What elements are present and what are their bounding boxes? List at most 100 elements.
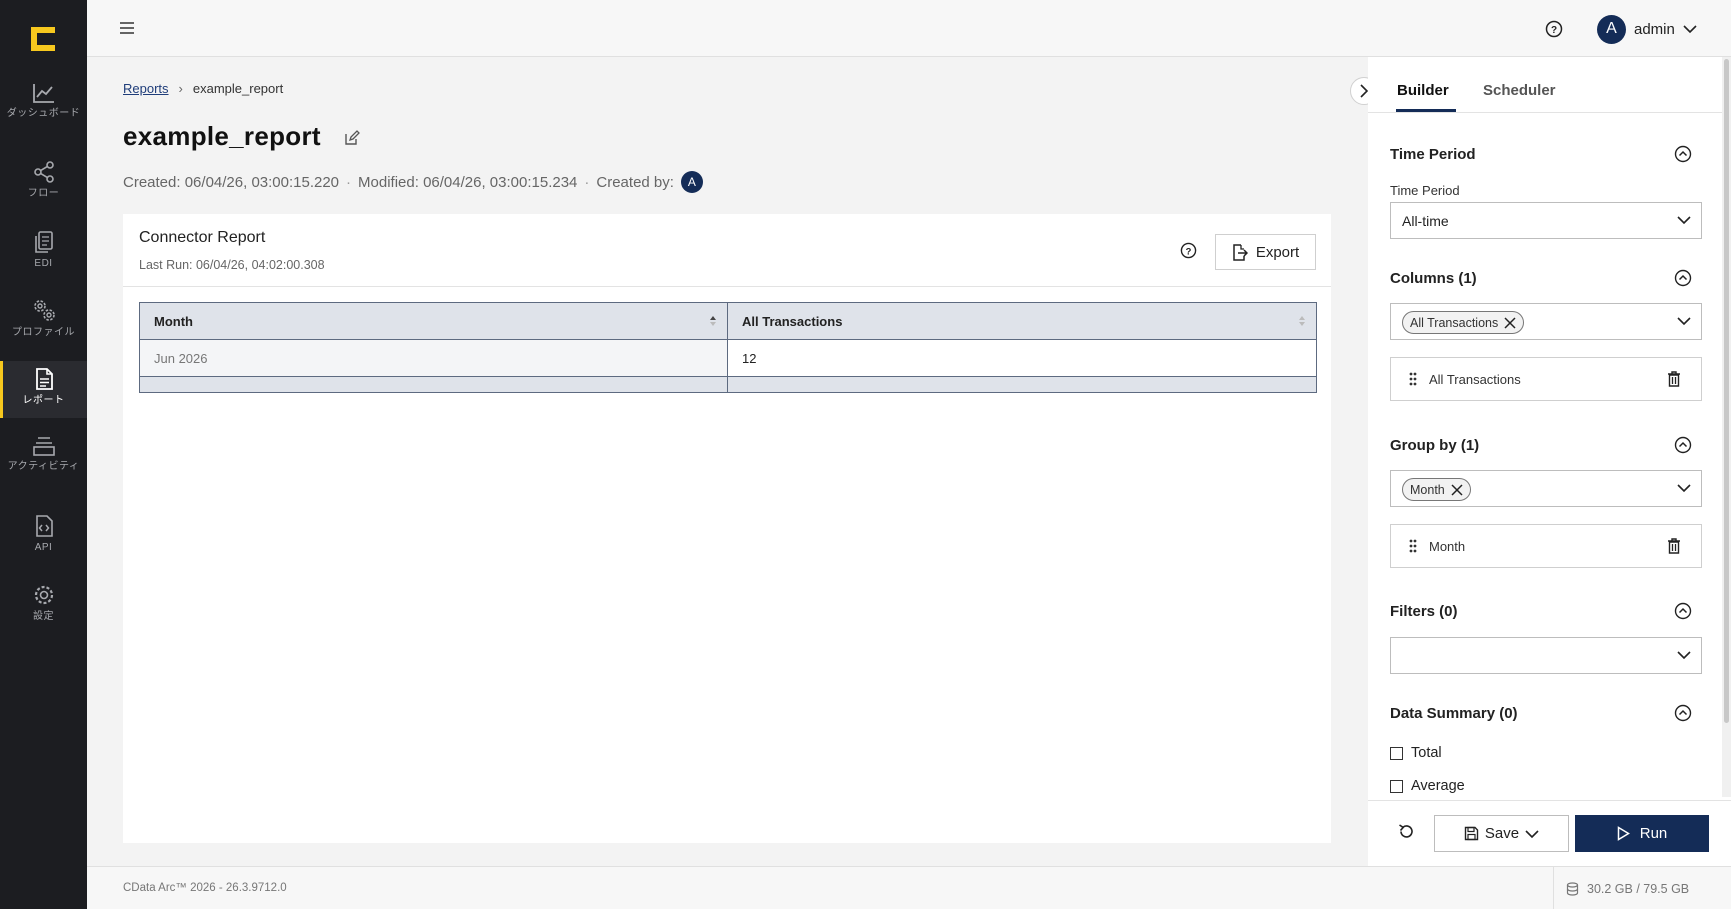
help-icon[interactable]: ? <box>1545 20 1563 38</box>
code-file-icon <box>35 515 53 537</box>
report-title: Connector Report <box>139 229 266 246</box>
share-nodes-icon <box>33 161 54 183</box>
summary-option-average[interactable]: Average <box>1390 778 1465 794</box>
breadcrumb-separator: › <box>178 81 183 96</box>
sidebar-item-label: ダッシュボード <box>6 108 81 119</box>
column-header-all-transactions[interactable]: All Transactions <box>728 303 1316 339</box>
sidebar-item-activity[interactable]: アクティビティ <box>0 435 87 497</box>
table-cell <box>728 377 1316 392</box>
drag-handle-icon[interactable] <box>1409 372 1417 386</box>
collapse-section-icon[interactable] <box>1674 145 1692 163</box>
save-button[interactable]: Save <box>1434 815 1569 852</box>
builder-panel: Builder Scheduler Time Period Time Perio… <box>1368 57 1731 866</box>
layers-icon <box>32 437 55 456</box>
panel-action-bar: Save Run <box>1368 800 1731 866</box>
summary-option-total[interactable]: Total <box>1390 745 1442 761</box>
trash-icon[interactable] <box>1667 538 1681 554</box>
sidebar-item-label: プロファイル <box>12 327 75 338</box>
chevron-down-icon <box>1677 651 1691 660</box>
filters-select[interactable] <box>1390 637 1702 674</box>
checkbox[interactable] <box>1390 779 1403 793</box>
section-title-data-summary: Data Summary (0) <box>1390 705 1518 722</box>
sort-icon[interactable] <box>709 315 717 327</box>
column-header-month[interactable]: Month <box>140 303 728 339</box>
sidebar-item-label: EDI <box>34 258 53 269</box>
user-menu[interactable]: A admin <box>1597 14 1697 44</box>
chevron-down-icon <box>1683 25 1697 34</box>
collapse-section-icon[interactable] <box>1674 269 1692 287</box>
edit-icon[interactable] <box>344 130 360 146</box>
meta-separator: · <box>584 173 590 191</box>
table-cell: Jun 2026 <box>140 340 728 376</box>
column-item: All Transactions <box>1390 357 1702 401</box>
time-period-select[interactable]: All-time <box>1390 202 1702 239</box>
export-icon <box>1233 243 1248 261</box>
scrollbar-thumb[interactable] <box>1724 59 1729 723</box>
database-icon <box>1566 881 1579 896</box>
tab-builder[interactable]: Builder <box>1397 82 1449 99</box>
chart-line-icon <box>32 84 54 103</box>
created-by-avatar: A <box>680 171 703 193</box>
modified-label: Modified: <box>358 173 419 191</box>
settings-gear-icon <box>34 585 53 605</box>
column-header-label: Month <box>154 313 193 329</box>
chip-label: Month <box>1410 482 1445 497</box>
checkbox[interactable] <box>1390 746 1403 760</box>
sidebar-item-edi[interactable]: EDI <box>0 230 87 292</box>
run-button[interactable]: Run <box>1575 815 1709 852</box>
cdata-logo-icon[interactable] <box>29 25 57 53</box>
trash-icon[interactable] <box>1667 371 1681 387</box>
sidebar-item-label: レポート <box>22 395 65 406</box>
user-name: admin <box>1634 20 1675 38</box>
collapse-section-icon[interactable] <box>1674 704 1692 722</box>
chevron-down-icon[interactable] <box>1525 829 1539 839</box>
section-title-group-by: Group by (1) <box>1390 437 1480 454</box>
sidebar: ダッシュボード フロー EDI プロファイル レポート アクティビティ API … <box>0 0 87 909</box>
sidebar-item-settings[interactable]: 設定 <box>0 583 87 645</box>
sidebar-item-label: フロー <box>27 188 60 199</box>
collapse-section-icon[interactable] <box>1674 436 1692 454</box>
reset-icon[interactable] <box>1398 823 1415 840</box>
sort-icon[interactable] <box>1298 315 1306 327</box>
sidebar-item-api[interactable]: API <box>0 514 87 576</box>
sidebar-item-profile[interactable]: プロファイル <box>0 297 87 359</box>
breadcrumb-link-reports[interactable]: Reports <box>123 81 169 96</box>
remove-chip-icon[interactable] <box>1451 483 1463 496</box>
avatar: A <box>1597 14 1626 44</box>
help-icon[interactable]: ? <box>1180 242 1197 259</box>
column-header-label: All Transactions <box>742 313 843 329</box>
save-label: Save <box>1484 825 1520 842</box>
group-by-select[interactable]: Month <box>1390 470 1702 507</box>
chip-label: All Transactions <box>1410 315 1499 330</box>
active-tab-indicator <box>1396 109 1456 112</box>
group-by-item: Month <box>1390 524 1702 568</box>
sidebar-item-dashboard[interactable]: ダッシュボード <box>0 82 87 144</box>
export-button[interactable]: Export <box>1215 234 1316 270</box>
collapse-section-icon[interactable] <box>1674 602 1692 620</box>
hamburger-menu-icon[interactable] <box>119 20 135 36</box>
chevron-down-icon <box>1677 317 1691 326</box>
drag-handle-icon[interactable] <box>1409 539 1417 553</box>
created-label: Created: <box>123 173 181 191</box>
table-footer-row <box>140 377 1316 392</box>
modified-value: 06/04/26, 03:00:15.234 <box>423 173 578 191</box>
last-run: Last Run: 06/04/26, 04:02:00.308 <box>139 258 325 272</box>
chevron-down-icon <box>1677 484 1691 493</box>
tab-scheduler[interactable]: Scheduler <box>1483 82 1556 99</box>
table-cell: 12 <box>742 350 757 366</box>
time-period-field-label: Time Period <box>1390 183 1460 198</box>
footer: CData Arc™ 2026 - 26.3.9712.0 30.2 GB / … <box>87 866 1731 909</box>
storage-text: 30.2 GB / 79.5 GB <box>1587 881 1690 896</box>
sidebar-item-label: アクティビティ <box>7 461 80 472</box>
export-label: Export <box>1255 243 1300 261</box>
breadcrumb: Reports › example_report <box>123 81 283 96</box>
panel-tabs: Builder Scheduler <box>1368 57 1722 113</box>
svg-text:?: ? <box>1551 25 1557 36</box>
checkbox-label: Total <box>1411 745 1442 761</box>
sidebar-item-reports[interactable]: レポート <box>0 361 87 418</box>
remove-chip-icon[interactable] <box>1504 316 1516 329</box>
sidebar-item-flows[interactable]: フロー <box>0 160 87 222</box>
created-value: 06/04/26, 03:00:15.220 <box>184 173 340 191</box>
columns-select[interactable]: All Transactions <box>1390 303 1702 340</box>
chevron-down-icon <box>1677 216 1691 225</box>
